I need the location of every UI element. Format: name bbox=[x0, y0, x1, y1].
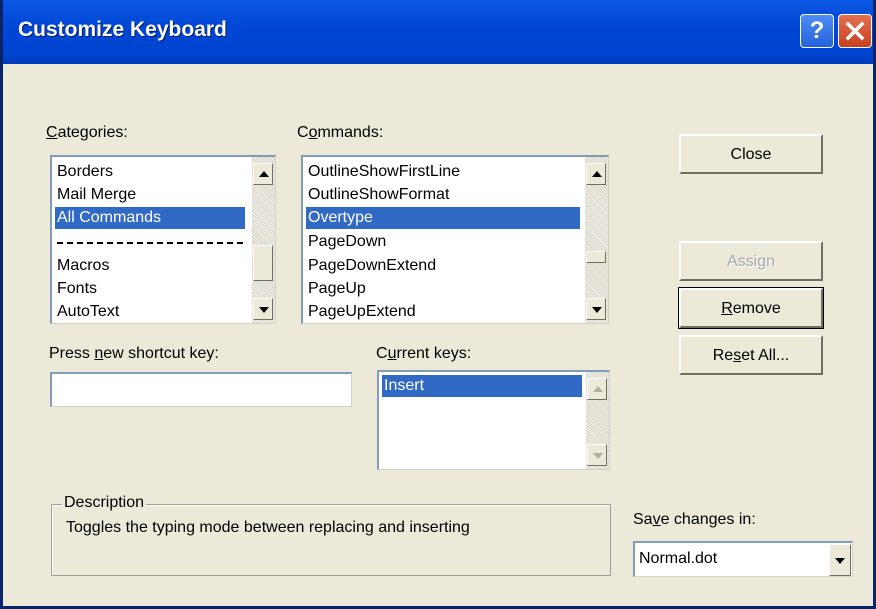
description-text: Toggles the typing mode between replacin… bbox=[66, 519, 470, 536]
list-item-selected[interactable]: Insert bbox=[382, 375, 582, 397]
list-item[interactable]: Fonts bbox=[55, 278, 245, 300]
list-separator bbox=[57, 242, 243, 244]
list-item[interactable]: Mail Merge bbox=[55, 184, 245, 206]
categories-label: Categories: bbox=[46, 124, 128, 141]
list-item[interactable]: AutoText bbox=[55, 301, 245, 323]
dropdown-button[interactable] bbox=[829, 544, 851, 576]
arrow-up-icon bbox=[593, 386, 603, 392]
save-changes-value: Normal.dot bbox=[639, 550, 718, 567]
shortcut-label: Press new shortcut key: bbox=[49, 345, 219, 362]
chevron-down-icon bbox=[835, 558, 845, 564]
list-item[interactable]: Borders bbox=[55, 161, 245, 183]
commands-list[interactable]: OutlineShowFirstLine OutlineShowFormat O… bbox=[301, 155, 609, 324]
scroll-down-button[interactable] bbox=[587, 444, 607, 466]
categories-scrollbar[interactable] bbox=[252, 157, 275, 323]
scroll-up-button[interactable] bbox=[586, 163, 606, 185]
current-keys-label: Current keys: bbox=[376, 345, 472, 362]
list-item[interactable]: OutlineShowFormat bbox=[306, 184, 580, 206]
save-changes-label: Save changes in: bbox=[633, 511, 756, 528]
commands-label: Commands: bbox=[297, 124, 384, 141]
scroll-down-button[interactable] bbox=[253, 298, 273, 320]
close-window-button[interactable] bbox=[838, 14, 872, 48]
list-item-selected[interactable]: Overtype bbox=[306, 207, 580, 229]
description-group: Description Toggles the typing mode betw… bbox=[51, 494, 611, 576]
description-legend: Description bbox=[62, 494, 147, 512]
arrow-down-icon bbox=[592, 307, 602, 313]
list-item[interactable]: PageDown bbox=[306, 231, 580, 253]
scroll-down-button[interactable] bbox=[586, 298, 606, 320]
commands-scrollbar[interactable] bbox=[585, 157, 608, 323]
customize-keyboard-dialog: Customize Keyboard ? Categories: Borders… bbox=[0, 0, 876, 609]
assign-button[interactable]: Assign bbox=[679, 241, 823, 281]
list-item[interactable]: PageUp bbox=[306, 278, 580, 300]
remove-button[interactable]: Remove bbox=[678, 287, 824, 329]
current-keys-list[interactable]: Insert bbox=[377, 370, 610, 470]
help-button[interactable]: ? bbox=[800, 14, 834, 48]
arrow-up-icon bbox=[592, 171, 602, 177]
arrow-down-icon bbox=[593, 453, 603, 459]
window-title: Customize Keyboard bbox=[18, 18, 227, 41]
reset-all-button[interactable]: Reset All... bbox=[679, 335, 823, 375]
current-keys-scrollbar[interactable] bbox=[586, 372, 609, 469]
save-changes-select[interactable]: Normal.dot bbox=[633, 541, 853, 577]
help-icon: ? bbox=[809, 17, 825, 44]
title-bar[interactable]: Customize Keyboard ? bbox=[3, 0, 873, 64]
list-item[interactable]: PageDownExtend bbox=[306, 255, 580, 277]
list-item[interactable]: Macros bbox=[55, 255, 245, 277]
shortcut-input[interactable] bbox=[50, 372, 352, 407]
arrow-down-icon bbox=[259, 307, 269, 313]
close-icon bbox=[845, 21, 865, 41]
arrow-up-icon bbox=[259, 171, 269, 177]
categories-list[interactable]: Borders Mail Merge All Commands Macros F… bbox=[50, 155, 276, 324]
scroll-thumb[interactable] bbox=[586, 251, 606, 263]
scroll-thumb[interactable] bbox=[253, 245, 273, 281]
close-button[interactable]: Close bbox=[679, 134, 823, 174]
list-item[interactable]: OutlineShowFirstLine bbox=[306, 161, 580, 183]
list-item-selected[interactable]: All Commands bbox=[55, 207, 245, 229]
scroll-up-button[interactable] bbox=[253, 163, 273, 185]
list-item[interactable]: PageUpExtend bbox=[306, 301, 580, 323]
scroll-up-button[interactable] bbox=[587, 378, 607, 400]
